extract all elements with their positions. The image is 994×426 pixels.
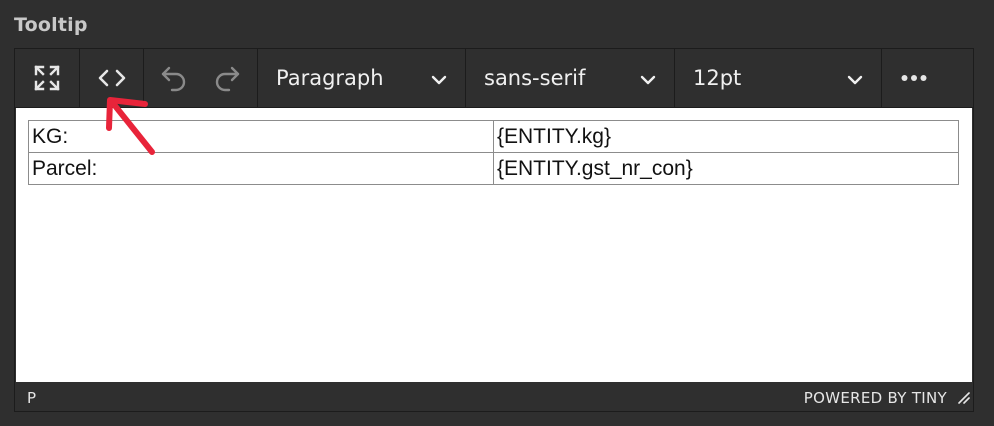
entity-table: KG: {ENTITY.kg} Parcel: {ENTITY.gst_nr_c… [28, 120, 959, 185]
block-format-value: Paragraph [276, 66, 384, 90]
editor-statusbar: P POWERED BY TINY [15, 383, 973, 411]
toolbar-group-block: Paragraph [258, 49, 466, 107]
element-path[interactable]: P [27, 389, 36, 407]
toolbar-group-history [144, 49, 258, 107]
field-label: Tooltip [14, 14, 88, 36]
font-size-select[interactable]: 12pt [675, 49, 881, 107]
editor-content-area[interactable]: KG: {ENTITY.kg} Parcel: {ENTITY.gst_nr_c… [16, 108, 972, 382]
chevron-down-icon [640, 66, 656, 90]
editor-toolbar: Paragraph sans-serif 12pt [15, 49, 973, 108]
source-code-button[interactable] [90, 56, 134, 100]
more-icon [901, 74, 927, 82]
toolbar-group-code [80, 49, 144, 107]
toolbar-group-view [15, 49, 80, 107]
fullscreen-button[interactable] [25, 56, 69, 100]
table-cell[interactable]: {ENTITY.gst_nr_con} [493, 152, 959, 185]
rich-text-editor: Paragraph sans-serif 12pt KG: {ENTITY.kg… [14, 48, 974, 412]
table-row: KG: {ENTITY.kg} [28, 120, 959, 153]
toolbar-group-font: sans-serif [466, 49, 675, 107]
resize-handle-icon[interactable] [956, 390, 970, 408]
source-code-icon [98, 68, 126, 88]
font-family-value: sans-serif [484, 66, 586, 90]
table-row: Parcel: {ENTITY.gst_nr_con} [28, 152, 959, 185]
table-cell[interactable]: Parcel: [28, 152, 494, 185]
chevron-down-icon [847, 66, 863, 90]
font-family-select[interactable]: sans-serif [466, 49, 674, 107]
table-cell[interactable]: {ENTITY.kg} [493, 120, 959, 153]
more-button[interactable] [892, 56, 936, 100]
fullscreen-icon [34, 65, 60, 91]
redo-button[interactable] [205, 56, 249, 100]
font-size-value: 12pt [693, 66, 742, 90]
table-cell[interactable]: KG: [28, 120, 494, 153]
toolbar-group-size: 12pt [675, 49, 882, 107]
redo-icon [213, 64, 241, 92]
undo-button[interactable] [152, 56, 196, 100]
block-format-select[interactable]: Paragraph [258, 49, 465, 107]
powered-by-link[interactable]: POWERED BY TINY [804, 389, 947, 407]
chevron-down-icon [431, 66, 447, 90]
toolbar-group-more [882, 49, 946, 107]
undo-icon [160, 64, 188, 92]
